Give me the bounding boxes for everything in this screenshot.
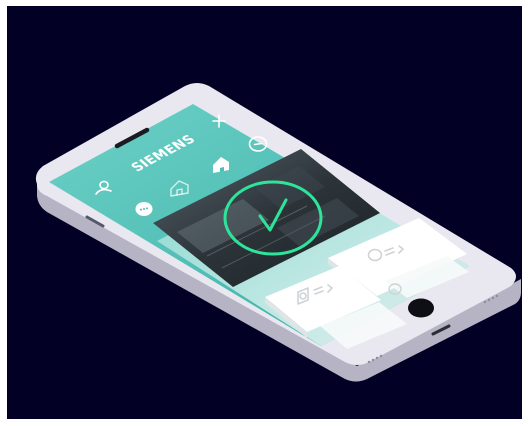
- illustration-scene: SIEMENS: [7, 6, 522, 419]
- smartphone-illustration: SIEMENS: [35, 83, 521, 382]
- chat-bubble-icon[interactable]: [135, 202, 153, 216]
- home-button[interactable]: [408, 298, 434, 318]
